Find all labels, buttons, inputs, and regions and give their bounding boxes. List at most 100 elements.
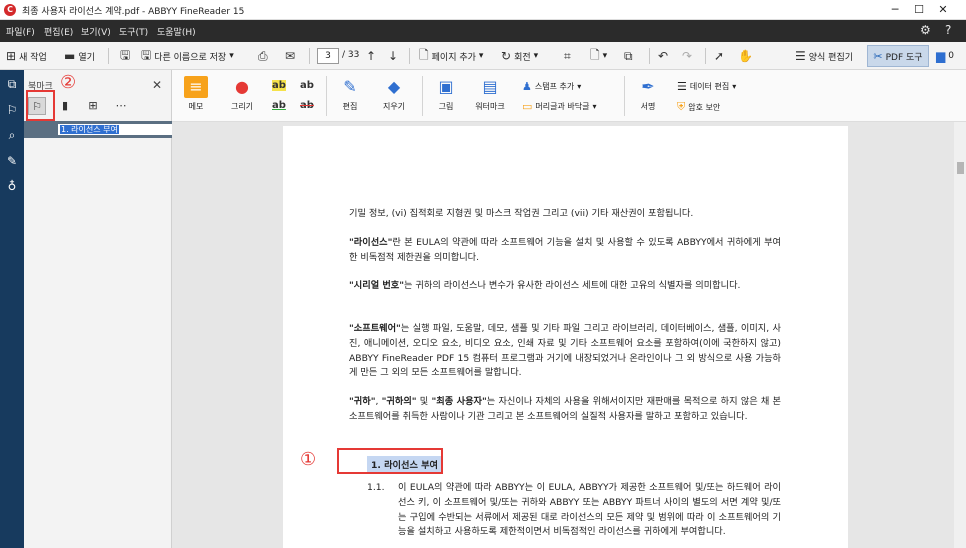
- menu-help[interactable]: 도움말(H): [157, 25, 196, 38]
- close-button[interactable]: ✕: [920, 0, 966, 20]
- save-as-label: 다른 이름으로 저장: [154, 52, 227, 63]
- data-edit-button[interactable]: ☰ 데이터 편집 ▾: [677, 80, 736, 93]
- rotate-button[interactable]: ↻ 회전 ▾: [501, 48, 538, 64]
- menu-file[interactable]: 파일(F): [6, 25, 35, 38]
- watermark-button[interactable]: ▤ 워터마크: [468, 76, 512, 112]
- vertical-scrollbar[interactable]: [954, 122, 966, 548]
- erase-label: 지우기: [382, 102, 406, 111]
- mail-icon: ✉: [285, 49, 296, 63]
- previous-page-button[interactable]: ↑: [366, 48, 376, 64]
- rotate-label: 회전: [514, 52, 531, 63]
- separator: 및: [416, 396, 432, 407]
- menu-edit[interactable]: 편집(E): [44, 25, 73, 38]
- bookmark-label-input[interactable]: 1. 라이선스 부여: [58, 124, 188, 135]
- password-protect-button[interactable]: ⛨ 암호 보안: [677, 100, 720, 114]
- eraser-icon: ◆: [387, 77, 401, 96]
- erase-button[interactable]: ◆ 지우기: [372, 76, 416, 112]
- next-page-button[interactable]: ↓: [388, 48, 398, 64]
- signature-button[interactable]: ✒ 서명: [626, 76, 670, 112]
- settings-icon[interactable]: ⚙: [920, 23, 931, 37]
- form-editor-label: 양식 편집기: [808, 52, 854, 63]
- picture-button[interactable]: ▣ 그림: [424, 76, 468, 112]
- document-view[interactable]: 기밀 정보, (vi) 집적회로 지형권 및 마스크 작업권 그리고 (vii)…: [172, 122, 954, 548]
- more-options-icon[interactable]: ⋯: [112, 97, 130, 115]
- strike-icon[interactable]: ab: [300, 80, 314, 91]
- picture-label: 그림: [438, 102, 454, 111]
- comment-icon: ▆: [936, 49, 946, 63]
- help-icon[interactable]: ?: [945, 23, 951, 37]
- header-footer-button[interactable]: ▭ 머리글과 바닥글 ▾: [522, 100, 596, 113]
- pdf-tools-button[interactable]: ✂ PDF 도구: [867, 45, 929, 67]
- compare-button[interactable]: ⧉: [624, 48, 633, 64]
- delete-bookmark-icon[interactable]: ▮: [56, 97, 74, 115]
- definition: 란 본 EULA의 약관에 따라 소프트웨어 기능을 설치 및 사용할 수 있도…: [349, 237, 781, 263]
- save-as-button[interactable]: 🖫 다른 이름으로 저장 ▾: [141, 48, 234, 64]
- main-toolbar: ⊞ 새 작업 ▬ 열기 🖫 🖫 다른 이름으로 저장 ▾ ⎙ ✉ 3 / 33 ↑ ↓ …: [0, 42, 966, 70]
- term: "시리얼 번호": [349, 280, 405, 291]
- watermark-icon: ▤: [482, 77, 498, 96]
- note-icon: ≡: [184, 76, 208, 98]
- redo-icon: ↷: [682, 49, 693, 63]
- hand-tool-button[interactable]: ✋: [738, 48, 753, 64]
- strikethrough-icon[interactable]: ab: [300, 100, 314, 111]
- highlight-icon[interactable]: ab: [272, 80, 286, 91]
- print-button[interactable]: ⎙: [258, 48, 268, 64]
- term: "귀하": [349, 396, 376, 407]
- draw-button[interactable]: ● 그리기: [220, 76, 264, 112]
- crop-button[interactable]: ⌗: [564, 48, 571, 64]
- memo-button[interactable]: ≡ 메모: [174, 76, 218, 112]
- window-title: 최종 사용자 라이선스 계약.pdf - ABBYY FineReader 15: [22, 7, 245, 17]
- pdf-tools-ribbon: ≡ 메모 ● 그리기 ab ab ab ab ✎ 편집 ◆ 지우기 ▣ 그림 ▤ 워터마크 …: [172, 70, 966, 122]
- edit-button[interactable]: ✎ 편집: [328, 76, 372, 112]
- save-button[interactable]: 🖫: [120, 48, 130, 64]
- search-icon[interactable]: ⌕: [4, 127, 20, 143]
- shapes-icon: ●: [235, 77, 249, 96]
- new-task-button[interactable]: ⊞ 새 작업: [6, 48, 47, 64]
- underline-icon[interactable]: ab: [272, 100, 286, 111]
- scroll-thumb[interactable]: [957, 162, 964, 174]
- page-options-button[interactable]: 🗋 ▾: [590, 48, 607, 64]
- header-footer-label: 머리글과 바닥글: [535, 102, 590, 111]
- close-panel-icon[interactable]: ✕: [152, 78, 162, 92]
- image-icon: ▣: [438, 77, 454, 96]
- signature-icon[interactable]: ♁: [4, 178, 20, 194]
- form-editor-button[interactable]: ☰ 양식 편집기: [795, 48, 853, 64]
- stamp-icon: ♟: [522, 80, 532, 93]
- highlight-box-heading: [337, 448, 443, 474]
- save-icon: 🖫: [120, 47, 131, 62]
- page-number-input[interactable]: 3: [317, 48, 339, 64]
- bookmark-level-icon[interactable]: ⊞: [84, 97, 102, 115]
- rotate-icon: ↻: [501, 49, 512, 63]
- toolbar-divider: [309, 48, 310, 64]
- cursor-icon: ➚: [714, 49, 725, 63]
- select-tool-button[interactable]: ➚: [714, 48, 724, 64]
- bookmark-icon[interactable]: ⚐: [4, 102, 20, 118]
- open-button[interactable]: ▬ 열기: [64, 48, 95, 64]
- add-page-button[interactable]: 🗋 페이지 추가 ▾: [419, 48, 483, 64]
- bookmark-item[interactable]: 1. 라이선스 부여: [24, 121, 188, 138]
- stamp-add-button[interactable]: ♟ 스탬프 추가 ▾: [522, 80, 581, 93]
- undo-button[interactable]: ↶: [658, 48, 668, 64]
- paragraph: "귀하", "귀하의" 및 "최종 사용자"는 자신이나 자체의 사용을 위해서…: [349, 395, 781, 425]
- ribbon-divider: [624, 76, 625, 116]
- comments-button[interactable]: ▆ 0: [936, 48, 954, 64]
- chevron-down-icon: ▾: [577, 82, 582, 91]
- crop-icon: ⌗: [564, 48, 571, 63]
- folder-icon: ▬: [64, 49, 76, 63]
- redact-icon: ☰: [677, 80, 687, 93]
- draw-label: 그리기: [230, 102, 254, 111]
- annotation-marker-1: ①: [300, 449, 317, 470]
- arrow-down-icon: ↓: [388, 49, 399, 63]
- toolbar-divider: [705, 48, 706, 64]
- menu-view[interactable]: 보기(V): [81, 25, 111, 38]
- attachment-icon[interactable]: ✎: [4, 153, 20, 169]
- page-search-icon: 🗋: [590, 47, 600, 62]
- email-button[interactable]: ✉: [285, 48, 295, 64]
- paragraph: "시리얼 번호"는 귀하의 라이선스나 변수가 유사한 라이선스 세트에 대한 …: [349, 279, 781, 294]
- menu-tools[interactable]: 도구(T): [119, 25, 148, 38]
- redo-button[interactable]: ↷: [682, 48, 692, 64]
- title-bar: C 최종 사용자 라이선스 계약.pdf - ABBYY FineReader …: [0, 0, 966, 20]
- term: "귀하의": [381, 396, 417, 407]
- compare-icon: ⧉: [624, 48, 633, 63]
- pages-icon[interactable]: ⧉: [4, 76, 20, 92]
